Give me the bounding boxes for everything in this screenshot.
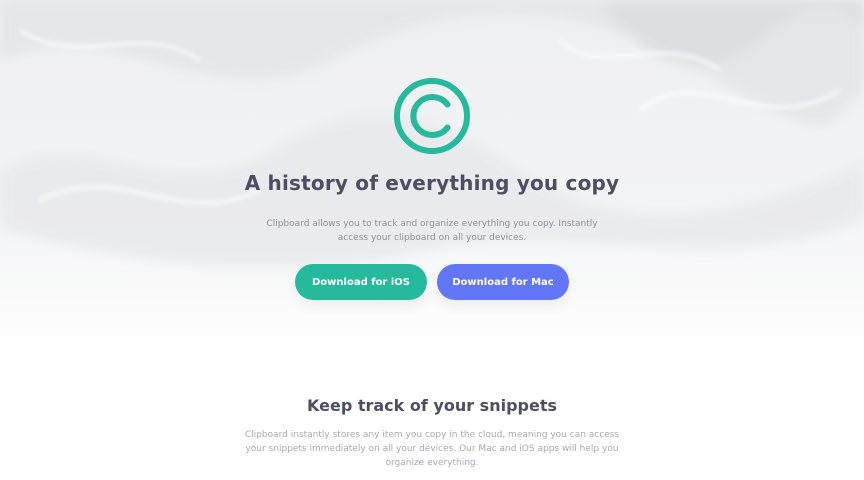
hero-section: A history of everything you copy Clipboa… — [0, 0, 864, 360]
landing-page: A history of everything you copy Clipboa… — [0, 0, 864, 480]
hero-title: A history of everything you copy — [244, 171, 620, 195]
hero-description: Clipboard allows you to track and organi… — [266, 219, 598, 243]
snippets-section-title: Keep track of your snippets — [307, 396, 557, 415]
download-mac-button[interactable]: Download for Mac — [437, 264, 569, 300]
snippets-section-description: Clipboard instantly stores any item you … — [244, 430, 620, 468]
copyright-c-icon — [394, 78, 470, 154]
download-ios-button[interactable]: Download for iOS — [295, 264, 427, 300]
